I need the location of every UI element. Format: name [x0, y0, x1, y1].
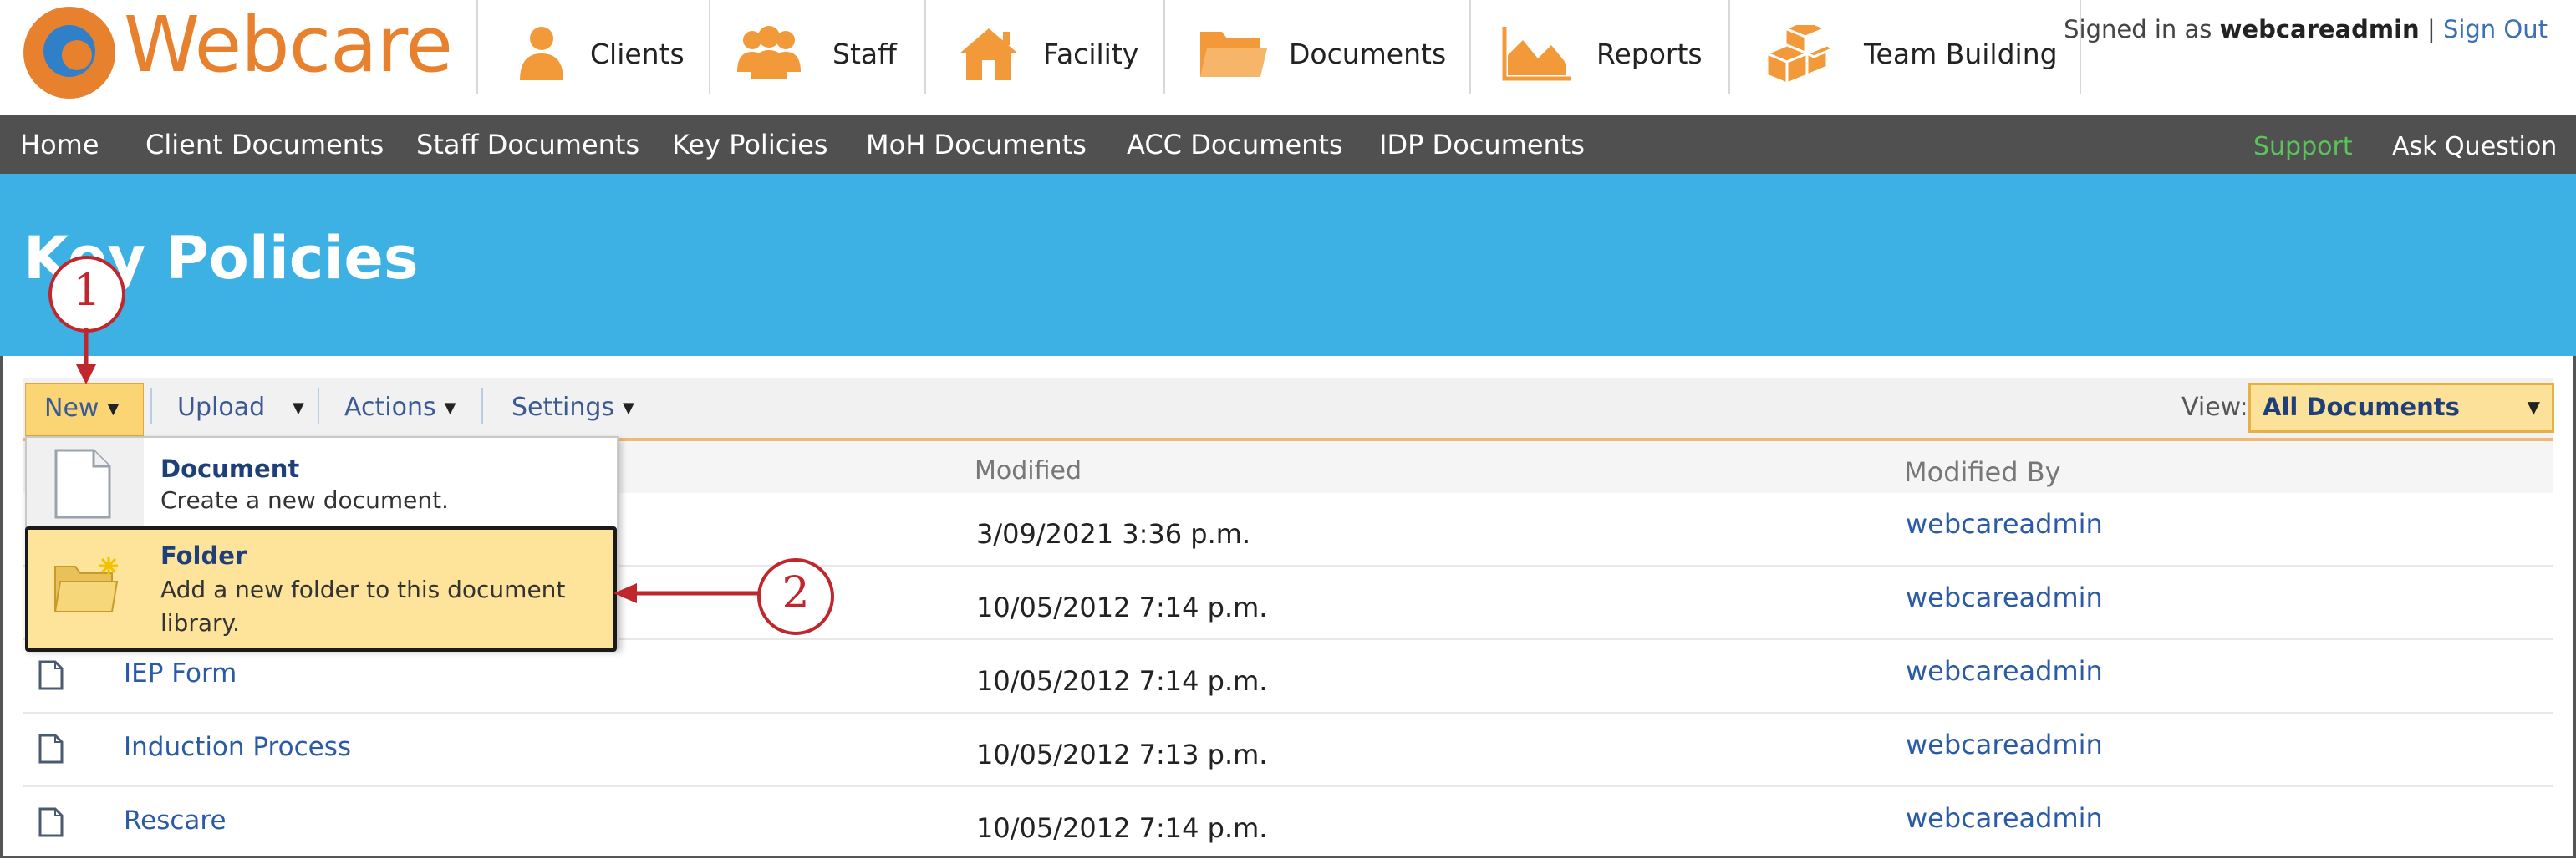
dropdown-arrow-icon: ▼ [2527, 397, 2540, 417]
upload-label: Upload [177, 393, 266, 422]
document-icon [38, 807, 64, 837]
nav-item-home[interactable]: Home [20, 129, 99, 160]
nav-tile-label: Clients [590, 38, 685, 70]
logo-mark-icon [23, 7, 115, 99]
nav-tile-staff[interactable]: Staff [709, 0, 926, 94]
library-toolbar: New ▼ Upload ▼ Actions ▼ Settings ▼ View: A… [23, 378, 2554, 441]
callout-number: 1 [73, 266, 101, 316]
callout-step-2: 2 [757, 558, 834, 635]
document-name-link[interactable]: IEP Form [124, 658, 237, 689]
actions-menu[interactable]: Actions ▼ [344, 393, 456, 422]
nav-tile-label: Staff [832, 38, 897, 70]
person-icon [520, 27, 563, 80]
column-header-modified[interactable]: Modified [975, 456, 1082, 485]
actions-label: Actions [344, 393, 436, 422]
nav-item-key-policies[interactable]: Key Policies [672, 129, 828, 160]
document-name-link[interactable]: Induction Process [124, 732, 351, 762]
modified-date: 10/05/2012 7:14 p.m. [976, 665, 1268, 697]
settings-menu[interactable]: Settings ▼ [512, 393, 634, 422]
caret-down-icon: ▼ [623, 399, 634, 417]
view-selector-value: All Documents [2263, 393, 2460, 421]
menu-item-description: Add a new folder to this document librar… [160, 576, 566, 637]
webcare-logo[interactable]: Webcare [23, 0, 453, 99]
ask-question-link[interactable]: Ask Question [2392, 132, 2557, 161]
modified-by-link[interactable]: webcareadmin [1906, 655, 2103, 687]
new-folder-icon [53, 557, 119, 612]
document-icon [38, 660, 64, 690]
signed-in-prefix: Signed in as [2064, 15, 2212, 43]
upload-button[interactable]: Upload [177, 393, 265, 422]
main-nav-bar: Home Client Documents Staff Documents Ke… [0, 115, 2576, 174]
column-header-modified-by[interactable]: Modified By [1904, 456, 2061, 488]
menu-item-title: Document [160, 455, 300, 483]
modified-by-link[interactable]: webcareadmin [1906, 729, 2103, 760]
menu-item-title: Folder [160, 541, 247, 570]
nav-item-idp-documents[interactable]: IDP Documents [1379, 129, 1585, 160]
callout-step-1: 1 [48, 256, 125, 333]
chart-icon [1502, 27, 1571, 81]
modified-by-link[interactable]: webcareadmin [1906, 802, 2103, 834]
modified-by-link[interactable]: webcareadmin [1906, 508, 2103, 540]
nav-tile-label: Reports [1596, 38, 1703, 70]
blocks-icon [1764, 25, 1837, 86]
caret-down-icon: ▼ [293, 399, 304, 417]
logo-text: Webcare [124, 0, 453, 89]
page-banner: Key Policies [0, 174, 2576, 356]
nav-tile-clients[interactable]: Clients [476, 0, 710, 94]
new-button-label: New ▼ [44, 394, 119, 423]
callout-arrow-down-icon [76, 328, 96, 384]
view-selector[interactable]: All Documents ▼ [2248, 383, 2554, 433]
nav-item-staff-documents[interactable]: Staff Documents [416, 129, 639, 160]
signed-in-info: Signed in as webcareadmin | Sign Out [2064, 15, 2548, 43]
modified-date: 10/05/2012 7:14 p.m. [976, 812, 1268, 844]
nav-item-acc-documents[interactable]: ACC Documents [1127, 129, 1343, 160]
new-button[interactable]: New ▼ [25, 383, 144, 436]
new-document-icon [54, 449, 111, 519]
menu-item-new-folder[interactable]: Folder Add a new folder to this document… [25, 526, 617, 652]
nav-item-client-documents[interactable]: Client Documents [145, 129, 384, 160]
top-bar: Webcare Clients Staff Facility Documents… [0, 0, 2576, 115]
nav-tile-label: Documents [1289, 38, 1447, 70]
document-name-link[interactable]: Rescare [124, 806, 227, 836]
document-icon [38, 734, 64, 764]
toolbar-separator [481, 388, 483, 424]
nav-tile-label: Facility [1043, 38, 1139, 70]
menu-item-description: Create a new document. [160, 486, 449, 514]
modified-by-link[interactable]: webcareadmin [1906, 582, 2103, 613]
nav-tile-team-building[interactable]: Team Building [1728, 0, 2081, 94]
nav-tile-reports[interactable]: Reports [1469, 0, 1730, 94]
table-row[interactable]: Rescare 10/05/2012 7:14 p.m. webcareadmi… [23, 787, 2553, 859]
group-icon [737, 26, 801, 79]
nav-tile-documents[interactable]: Documents [1163, 0, 1471, 94]
toolbar-separator [318, 388, 319, 424]
modified-date: 10/05/2012 7:14 p.m. [976, 592, 1268, 623]
sign-out-link[interactable]: Sign Out [2443, 15, 2548, 43]
modified-date: 3/09/2021 3:36 p.m. [976, 518, 1251, 550]
toolbar-separator [150, 388, 152, 424]
settings-label: Settings [512, 393, 615, 422]
menu-item-new-document[interactable]: Document Create a new document. [27, 438, 617, 530]
folder-icon [1200, 32, 1267, 77]
caret-down-icon: ▼ [107, 400, 120, 418]
view-label: View: [2181, 393, 2248, 422]
new-label-text: New [44, 394, 99, 423]
menu-icon-area [27, 438, 144, 530]
support-link[interactable]: Support [2253, 132, 2353, 161]
upload-dropdown-toggle[interactable]: ▼ [284, 393, 304, 422]
caret-down-icon: ▼ [444, 399, 456, 417]
separator: | [2426, 15, 2436, 43]
table-row[interactable]: Induction Process 10/05/2012 7:13 p.m. w… [23, 714, 2553, 787]
nav-tile-facility[interactable]: Facility [924, 0, 1165, 94]
modified-date: 10/05/2012 7:13 p.m. [976, 739, 1268, 770]
nav-tile-label: Team Building [1864, 38, 2058, 70]
callout-number: 2 [781, 568, 810, 618]
house-icon [960, 28, 1018, 80]
callout-arrow-left-icon [613, 583, 761, 603]
signed-in-user: webcareadmin [2219, 15, 2420, 43]
nav-item-moh-documents[interactable]: MoH Documents [866, 129, 1087, 160]
